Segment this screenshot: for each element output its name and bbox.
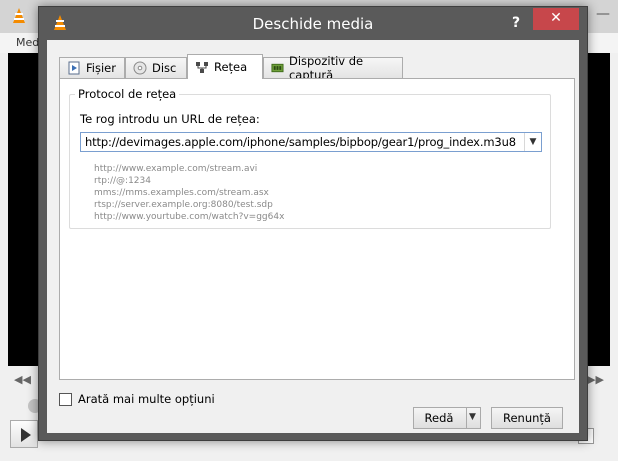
- network-protocol-group: Protocol de rețea Te rog introdu un URL …: [69, 87, 551, 229]
- example-url: http://www.example.com/stream.avi: [94, 164, 258, 174]
- dialog-body: Fișier Disc Rețea Dispozitiv de captură …: [47, 40, 579, 433]
- main-play-button[interactable]: [10, 420, 38, 448]
- tab-disc[interactable]: Disc: [125, 57, 187, 78]
- network-tab-panel: Protocol de rețea Te rog introdu un URL …: [59, 78, 575, 380]
- tab-network-label: Rețea: [214, 60, 248, 74]
- help-button[interactable]: ?: [505, 12, 527, 34]
- seek-back-icon[interactable]: ◀◀: [14, 373, 31, 386]
- tab-disc-label: Disc: [152, 61, 177, 75]
- close-button[interactable]: ✕: [533, 8, 579, 30]
- open-media-dialog: Deschide media ? ✕ Fișier Disc Rețea Dis…: [38, 6, 588, 441]
- group-title: Protocol de rețea: [75, 87, 180, 101]
- cancel-button[interactable]: Renunță: [491, 407, 563, 429]
- dialog-titlebar: Deschide media ? ✕: [39, 7, 587, 40]
- tab-file-label: Fișier: [86, 61, 116, 75]
- menu-media[interactable]: Med: [16, 36, 39, 49]
- example-url: mms://mms.examples.com/stream.asx: [94, 188, 269, 198]
- vlc-cone-icon: [13, 8, 25, 23]
- capture-device-icon: [271, 63, 284, 73]
- tab-capture-device[interactable]: Dispozitiv de captură: [263, 54, 403, 82]
- tab-file[interactable]: Fișier: [59, 57, 125, 78]
- example-url: http://www.yourtube.com/watch?v=gg64x: [94, 212, 285, 222]
- url-input[interactable]: http://devimages.apple.com/iphone/sample…: [85, 135, 516, 149]
- play-button-label: Redă: [424, 411, 454, 425]
- tab-network[interactable]: Rețea: [187, 54, 263, 79]
- play-button-divider: [466, 408, 467, 428]
- play-icon: [21, 428, 31, 442]
- file-icon: [68, 61, 80, 75]
- play-button[interactable]: Redă ▼: [413, 407, 481, 429]
- chevron-down-icon[interactable]: ▼: [469, 412, 476, 422]
- more-options-toggle[interactable]: Arată mai multe opțiuni: [59, 392, 215, 406]
- more-options-checkbox[interactable]: [59, 392, 72, 406]
- network-icon: [196, 62, 208, 73]
- url-label: Te rog introdu un URL de rețea:: [80, 112, 260, 126]
- url-examples: http://www.example.com/stream.avi rtp://…: [94, 163, 284, 223]
- example-url: rtp://@:1234: [94, 176, 151, 186]
- example-url: rtsp://server.example.org:8080/test.sdp: [94, 200, 273, 210]
- more-options-label: Arată mai multe opțiuni: [78, 392, 215, 406]
- disc-icon: [133, 61, 147, 75]
- chevron-down-icon[interactable]: ▼: [524, 133, 541, 151]
- seek-forward-icon[interactable]: ▶▶: [587, 373, 604, 386]
- url-combobox[interactable]: http://devimages.apple.com/iphone/sample…: [80, 132, 542, 152]
